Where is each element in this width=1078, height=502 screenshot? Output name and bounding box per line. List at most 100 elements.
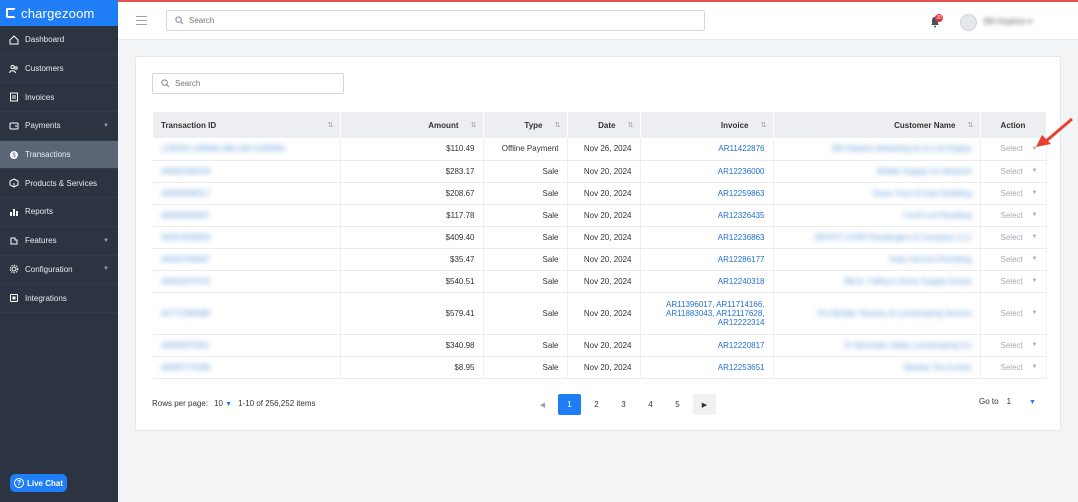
brand-logo[interactable]: chargezoom [0, 0, 118, 26]
page-button-2[interactable]: 2 [585, 394, 608, 415]
action-select[interactable]: Select ▼ [989, 341, 1038, 350]
sidebar-item-invoices[interactable]: Invoices [0, 83, 118, 113]
annotation-arrow-icon [1036, 117, 1073, 147]
page-button-1[interactable]: 1 [558, 394, 581, 415]
table-row[interactable]: 40772296488 $579.41 Sale Nov 20, 2024 AR1139… [153, 292, 1047, 335]
table-row[interactable]: 40055975051 $340.98 Sale Nov 20, 2024 AR1222… [153, 334, 1047, 357]
table-row[interactable]: 40056938317 $208.67 Sale Nov 20, 2024 AR1225… [153, 182, 1047, 205]
customer-name-link[interactable]: Mobile Supply Co Network [877, 167, 971, 176]
date-cell: Nov 20, 2024 [567, 270, 641, 293]
customer-name-link[interactable]: Tri Mountain Valley Landscaping Inc [843, 341, 971, 350]
table-row[interactable]: 40061976753 $540.51 Sale Nov 20, 2024 AR1224… [153, 270, 1047, 293]
page-button-4[interactable]: 4 [639, 394, 662, 415]
column-header-date[interactable]: Date ⇅ [567, 112, 641, 138]
transaction-id-link[interactable]: 40055975051 [161, 341, 210, 350]
action-select[interactable]: Select ▼ [989, 233, 1038, 242]
action-select[interactable]: Select ▼ [989, 309, 1038, 318]
transaction-id-link[interactable]: 40054769087 [161, 255, 210, 264]
table-row[interactable]: 40054769087 $35.47 Sale Nov 20, 2024 AR12286… [153, 248, 1047, 271]
go-to-select[interactable]: 1 ▼ [1007, 397, 1036, 406]
sidebar-item-payments[interactable]: Payments ▼ [0, 112, 118, 141]
transactions-icon: $ [10, 150, 18, 159]
rows-per-page-select[interactable]: 10 ▼ [214, 399, 232, 408]
sidebar-item-label: Payments [25, 121, 61, 131]
prev-page-icon[interactable]: ◀ [531, 394, 554, 415]
customer-name-link[interactable]: Kelly Service Plumbing [890, 255, 972, 264]
sidebar-item-integrations[interactable]: Integrations [0, 284, 118, 313]
action-select[interactable]: Select ▼ [989, 363, 1038, 372]
customer-name-link[interactable]: Bill Hopkins Marketing & Co Ltd Supply [832, 144, 971, 153]
action-select[interactable]: Select ▼ [989, 277, 1038, 286]
sidebar-item-transactions[interactable]: $ Transactions [0, 140, 118, 170]
sidebar-item-label: Products & Services [25, 178, 98, 188]
transaction-id-link[interactable]: 40061976753 [161, 277, 210, 286]
sidebar-item-label: Reports [25, 207, 54, 217]
transactions-search-input[interactable] [175, 79, 335, 88]
transaction-id-link[interactable]: 40056775089 [161, 363, 210, 372]
invoice-link[interactable]: AR12240318 [718, 277, 765, 286]
column-header-type[interactable]: Type ⇅ [483, 112, 568, 138]
transactions-search[interactable] [152, 73, 344, 94]
invoice-link[interactable]: AR12259863 [718, 189, 765, 198]
customer-name-link[interactable]: J & M Lot Plumbing [902, 211, 971, 220]
live-chat-button[interactable]: ? Live Chat [10, 474, 67, 492]
customer-name-link[interactable]: DEPOT CORP Readington & Company LLC [815, 233, 972, 242]
action-select[interactable]: Select ▼ [989, 189, 1038, 198]
action-select[interactable]: Select ▼ [989, 144, 1038, 153]
invoice-link[interactable]: AR12286177 [718, 255, 765, 264]
transaction-id-link[interactable]: 40091569416 [161, 167, 210, 176]
invoice-link[interactable]: AR11396017, AR11714166, AR11883043, AR12… [666, 300, 764, 327]
customer-name-link[interactable]: Pro Builder Nursery & Landscaping Servic… [818, 309, 972, 318]
invoice-link[interactable]: AR11422876 [718, 144, 764, 153]
live-chat-label: Live Chat [26, 478, 63, 488]
column-header-amount[interactable]: Amount ⇅ [340, 112, 484, 138]
column-header-invoice[interactable]: Invoice ⇅ [640, 112, 774, 138]
global-search[interactable] [166, 10, 705, 31]
chart-icon [10, 208, 18, 216]
results-range: 1-10 of 256,252 items [238, 399, 316, 408]
page-button-3[interactable]: 3 [612, 394, 635, 415]
customer-name-link[interactable]: Stanley Tire & Auto [903, 363, 971, 372]
transaction-id-link[interactable]: 40056938317 [161, 189, 210, 198]
table-row[interactable]: 40056393047 $117.78 Sale Nov 20, 2024 AR1232… [153, 204, 1047, 227]
transaction-id-link[interactable]: c1f5026 c30f9d0 d8b 0d5 b1f0f58d [161, 144, 285, 153]
sidebar-item-reports[interactable]: Reports [0, 198, 118, 227]
caret-down-icon: ▼ [1031, 168, 1038, 174]
invoice-link[interactable]: AR12220817 [718, 341, 765, 350]
sidebar-item-features[interactable]: Features ▼ [0, 227, 118, 256]
global-search-input[interactable] [189, 16, 669, 25]
username[interactable]: Bill Hopkins ▾ [984, 17, 1032, 26]
customer-name-link[interactable]: Jones Tires & Auto Detailing [871, 189, 971, 198]
table-row[interactable]: 40091569416 $283.17 Sale Nov 20, 2024 AR1223… [153, 160, 1047, 183]
customer-name-link[interactable]: Bill & J Wilson Home Supply Goods [845, 277, 972, 286]
invoice-link[interactable]: AR12253651 [718, 363, 765, 372]
transaction-id-link[interactable]: 40056393047 [161, 211, 210, 220]
sort-icon: ⇅ [470, 122, 477, 129]
invoice-link[interactable]: AR12236863 [718, 233, 765, 242]
sidebar-item-customers[interactable]: Customers [0, 55, 118, 84]
rows-per-page-label: Rows per page: [152, 399, 209, 408]
sidebar-item-dashboard[interactable]: Dashboard [0, 26, 118, 55]
avatar[interactable] [960, 14, 977, 31]
table-row[interactable]: c1f5026 c30f9d0 d8b 0d5 b1f0f58d $110.49 O… [153, 138, 1047, 161]
sidebar-item-products-services[interactable]: Products & Services [0, 169, 118, 199]
next-page-icon[interactable]: ▶ [693, 394, 716, 415]
action-select-label: Select [1000, 188, 1023, 198]
invoice-link[interactable]: AR12326435 [718, 211, 765, 220]
table-row[interactable]: 40056775089 $8.95 Sale Nov 20, 2024 AR122536… [153, 356, 1047, 379]
transaction-id-link[interactable]: 40057835833 [161, 233, 210, 242]
puzzle-icon [10, 237, 18, 245]
column-header-customer-name[interactable]: Customer Name ⇅ [773, 112, 981, 138]
page-button-5[interactable]: 5 [666, 394, 689, 415]
table-row[interactable]: 40057835833 $409.40 Sale Nov 20, 2024 AR1223… [153, 226, 1047, 249]
column-header-transaction-id[interactable]: Transaction ID ⇅ [153, 112, 341, 138]
sidebar-item-configuration[interactable]: Configuration ▼ [0, 256, 118, 285]
action-select-label: Select [1000, 144, 1023, 154]
action-select[interactable]: Select ▼ [989, 255, 1038, 264]
menu-toggle-icon[interactable] [136, 16, 147, 28]
transaction-id-link[interactable]: 40772296488 [161, 309, 210, 318]
action-select[interactable]: Select ▼ [989, 167, 1038, 176]
action-select[interactable]: Select ▼ [989, 211, 1038, 220]
invoice-link[interactable]: AR12236000 [718, 167, 765, 176]
logo-icon [6, 8, 16, 18]
